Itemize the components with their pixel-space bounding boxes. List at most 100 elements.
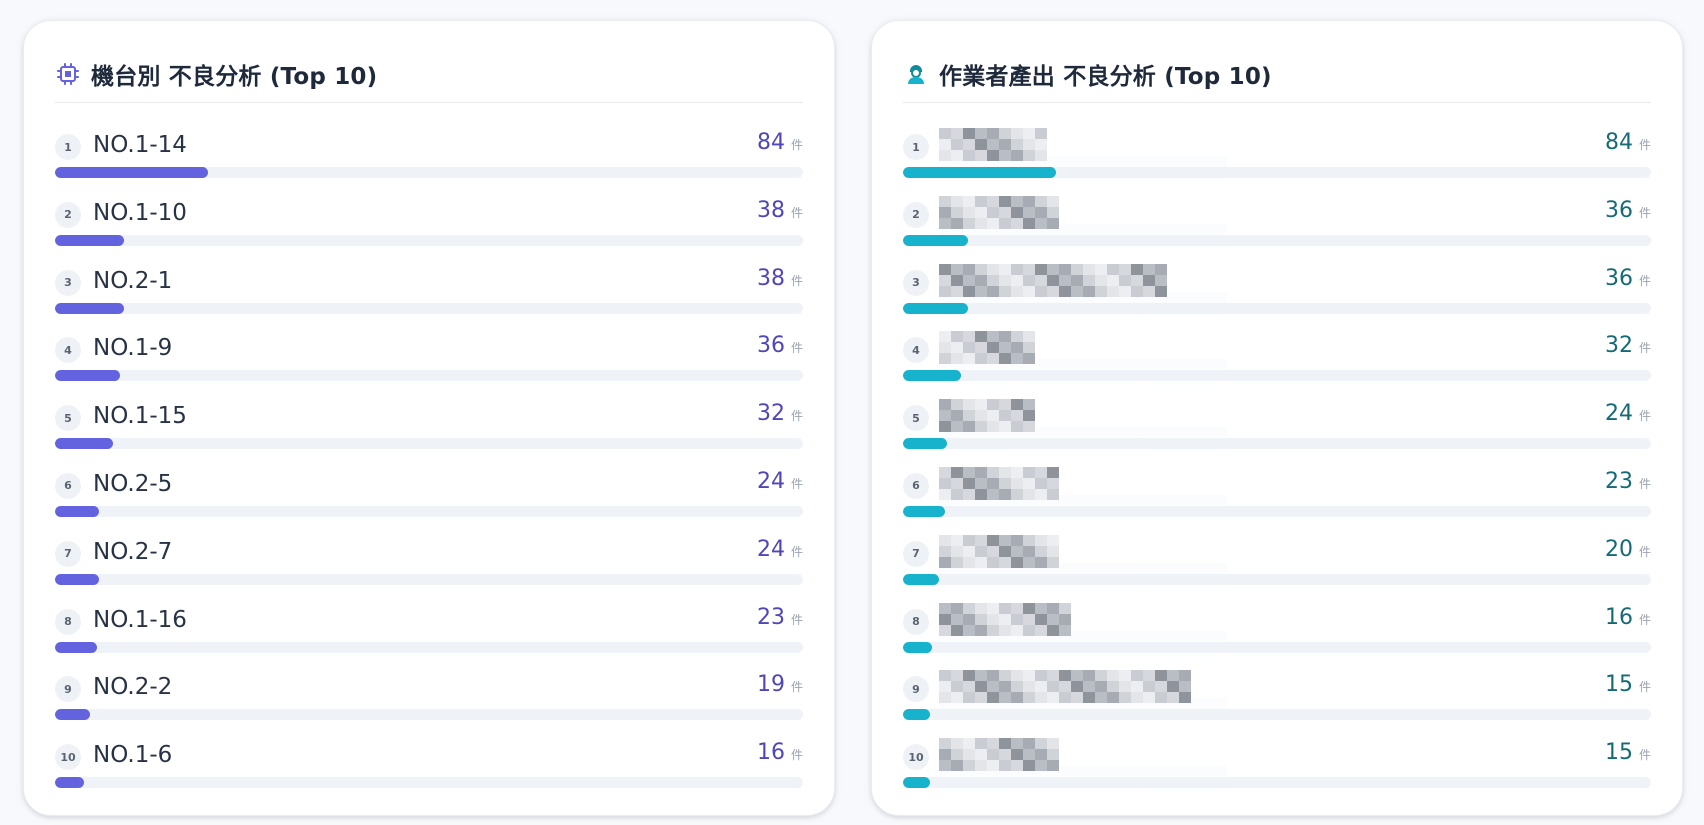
- rank-badge: 9: [55, 676, 81, 703]
- ranking-row[interactable]: 1 NO.1-14 84 件: [55, 126, 803, 194]
- rank-badge: 2: [55, 201, 81, 228]
- ranking-row[interactable]: 7 20 件: [903, 533, 1651, 601]
- ranking-row[interactable]: 5 NO.1-15 32 件: [55, 397, 803, 465]
- defect-count: 84 件: [757, 130, 803, 155]
- operator-ranking-list: 1 84 件 2 36 件 3 36 件 4 32 件 5 24 件 6 23 件 7 20 件 8 16 件 9 15 件 10 15…: [903, 126, 1651, 804]
- defect-bar-track: [903, 438, 1651, 450]
- defect-bar-fill: [903, 438, 947, 450]
- defect-count-value: 15: [1604, 740, 1633, 766]
- ranking-row[interactable]: 5 24 件: [903, 397, 1651, 465]
- defect-bar-fill: [55, 167, 208, 178]
- defect-bar-track: [55, 777, 803, 789]
- ranking-row[interactable]: 8 16 件: [903, 601, 1651, 669]
- ranking-row[interactable]: 2 36 件: [903, 194, 1651, 262]
- defect-bar-fill: [903, 234, 969, 246]
- ranking-row[interactable]: 8 NO.1-16 23 件: [55, 601, 803, 669]
- redacted-operator-name: [939, 263, 1167, 297]
- defect-count-value: 23: [1604, 468, 1633, 494]
- rank-badge: 3: [903, 269, 929, 296]
- defect-count: 38 件: [757, 266, 803, 291]
- redacted-operator-name: [939, 128, 1047, 161]
- defect-count-unit: 件: [790, 138, 803, 152]
- defect-count: 36 件: [1605, 266, 1651, 291]
- defect-count-unit: 件: [790, 409, 803, 424]
- defect-bar-track: [903, 505, 1651, 517]
- defect-count: 16 件: [757, 740, 803, 765]
- defect-count-unit: 件: [1638, 476, 1651, 491]
- defect-count-value: 24: [756, 468, 785, 494]
- defect-bar-track: [55, 302, 803, 314]
- defect-count-value: 15: [1604, 672, 1633, 698]
- defect-bar-track: [55, 641, 803, 653]
- defect-count-value: 32: [756, 401, 785, 427]
- ranking-row[interactable]: 2 NO.1-10 38 件: [55, 194, 803, 262]
- defect-bar-fill: [903, 505, 945, 517]
- ranking-row[interactable]: 3 NO.2-1 38 件: [55, 262, 803, 330]
- ranking-row[interactable]: 10 NO.1-6 16 件: [55, 736, 803, 804]
- ranking-row[interactable]: 10 15 件: [903, 736, 1651, 804]
- machine-card-header: 機台別 不良分析 (Top 10): [55, 49, 803, 103]
- defect-count-value: 24: [756, 536, 785, 562]
- rank-badge: 10: [903, 744, 929, 771]
- ranking-row[interactable]: 6 23 件: [903, 465, 1651, 533]
- operator-card-header: 作業者產出 不良分析 (Top 10): [903, 49, 1651, 103]
- defect-bar-track: [55, 709, 803, 721]
- ranking-row[interactable]: 1 84 件: [903, 126, 1651, 194]
- defect-bar-fill: [55, 505, 99, 517]
- rank-badge: 3: [55, 269, 81, 296]
- machine-name: NO.2-1: [93, 267, 173, 294]
- operator-card-title: 作業者產出 不良分析 (Top 10): [939, 63, 1272, 90]
- defect-count: 15 件: [1605, 672, 1651, 697]
- cpu-chip-icon: [55, 61, 81, 87]
- defect-count: 24 件: [757, 537, 803, 562]
- redacted-operator-name: [939, 670, 1191, 704]
- defect-count-value: 19: [756, 672, 785, 698]
- redacted-operator-name: [939, 602, 1071, 636]
- defect-bar-fill: [55, 641, 97, 653]
- rank-badge: 10: [55, 744, 81, 771]
- redacted-operator-name: [939, 399, 1035, 433]
- redacted-operator-name: [939, 195, 1059, 229]
- defect-bar-fill: [55, 370, 121, 382]
- rank-badge: 4: [55, 337, 81, 364]
- machine-name: NO.2-2: [93, 674, 173, 701]
- defect-bar-track: [55, 573, 803, 585]
- defect-count: 32 件: [1605, 333, 1651, 358]
- ranking-row[interactable]: 4 32 件: [903, 329, 1651, 397]
- defect-bar-track: [903, 370, 1651, 382]
- rank-badge: 8: [55, 608, 81, 635]
- defect-count-unit: 件: [1638, 138, 1651, 152]
- rank-badge: 6: [903, 472, 929, 499]
- ranking-row[interactable]: 4 NO.1-9 36 件: [55, 329, 803, 397]
- ranking-row[interactable]: 3 36 件: [903, 262, 1651, 330]
- defect-bar-fill: [903, 573, 940, 585]
- defect-bar-fill: [55, 234, 125, 246]
- defect-bar-fill: [903, 370, 962, 382]
- rank-badge: 5: [903, 405, 929, 432]
- defect-bar-track: [55, 234, 803, 246]
- ranking-row[interactable]: 9 15 件: [903, 668, 1651, 736]
- rank-badge: 1: [55, 134, 81, 160]
- operator-icon: [903, 61, 929, 87]
- defect-count: 24 件: [1605, 401, 1651, 426]
- redacted-operator-name: [939, 466, 1059, 500]
- ranking-row[interactable]: 7 NO.2-7 24 件: [55, 533, 803, 601]
- defect-count-unit: 件: [790, 205, 803, 220]
- defect-count-unit: 件: [790, 680, 803, 695]
- rank-badge: 1: [903, 134, 929, 160]
- defect-count-value: 36: [1604, 265, 1633, 291]
- defect-count-unit: 件: [1638, 341, 1651, 356]
- rank-badge: 7: [55, 540, 81, 567]
- defect-count-unit: 件: [1638, 612, 1651, 627]
- redacted-operator-name: [939, 534, 1059, 568]
- defect-count-unit: 件: [1638, 205, 1651, 220]
- defect-bar-fill: [55, 777, 85, 789]
- defect-count: 23 件: [757, 605, 803, 630]
- defect-count-unit: 件: [790, 612, 803, 627]
- ranking-row[interactable]: 9 NO.2-2 19 件: [55, 668, 803, 736]
- defect-count-unit: 件: [790, 273, 803, 288]
- defect-count: 32 件: [757, 401, 803, 426]
- defect-count-unit: 件: [1638, 680, 1651, 695]
- ranking-row[interactable]: 6 NO.2-5 24 件: [55, 465, 803, 533]
- defect-bar-fill: [903, 167, 1056, 178]
